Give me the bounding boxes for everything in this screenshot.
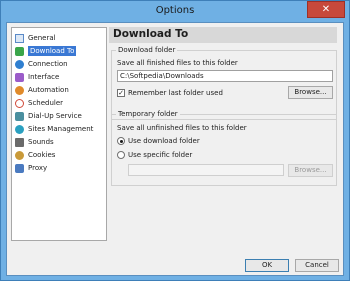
download-folder-group-label: Download folder [116,46,178,54]
general-icon [15,33,24,43]
automation-icon [15,85,24,95]
dialup-icon [15,111,24,121]
sidebar-item-automation[interactable]: Automation [15,84,103,96]
sidebar-item-general[interactable]: General [15,32,103,44]
close-icon: ✕ [321,4,331,15]
temporary-folder-browse-button[interactable]: Browse... [288,164,333,177]
checkmark-icon: ✓ [118,89,124,97]
download-folder-hint: Save all finished files to this folder [117,59,238,67]
cancel-button[interactable]: Cancel [295,259,339,272]
sidebar-item-sounds[interactable]: Sounds [15,136,103,148]
sidebar-item-download-to[interactable]: Download To [15,45,103,57]
cookies-icon [15,150,24,160]
close-button[interactable]: ✕ [307,1,345,18]
remember-last-folder-checkbox[interactable]: ✓ [117,89,125,97]
sidebar-item-label: Interface [28,73,60,81]
temporary-folder-group: Temporary folder Save all unfinished fil… [111,110,337,186]
use-download-folder-label: Use download folder [128,137,200,145]
page-title: Download To [113,28,189,40]
sidebar-item-label: Dial-Up Service [28,112,82,120]
sidebar-item-label: Scheduler [28,99,64,107]
sidebar-item-sites-management[interactable]: Sites Management [15,123,103,135]
sounds-icon [15,137,24,147]
proxy-icon [15,163,24,173]
title-bar[interactable]: Options ✕ [1,1,349,21]
sidebar-item-cookies[interactable]: Cookies [15,149,103,161]
sidebar-item-connection[interactable]: Connection [15,58,103,70]
sidebar-item-label: Cookies [28,151,56,159]
sidebar-item-scheduler[interactable]: Scheduler [15,97,103,109]
page-header: Download To [109,27,337,43]
download-to-icon [15,46,24,56]
sidebar-item-label: General [28,34,56,42]
sidebar-item-label: Sites Management [28,125,94,133]
sites-management-icon [15,124,24,134]
sidebar-item-dial-up-service[interactable]: Dial-Up Service [15,110,103,122]
category-list: General Download To Connection Interface… [11,27,107,241]
specific-folder-path-input[interactable] [128,164,284,176]
download-folder-path-input[interactable]: C:\Softpedia\Downloads [117,70,333,82]
download-folder-browse-button[interactable]: Browse... [288,86,333,99]
use-download-folder-radio[interactable] [117,137,125,145]
sidebar-item-label: Download To [28,46,77,56]
options-window: Options ✕ General Download To Connection… [0,0,350,281]
interface-icon [15,72,24,82]
temporary-folder-hint: Save all unfinished files to this folder [117,124,247,132]
remember-last-folder-label: Remember last folder used [128,89,223,97]
use-specific-folder-label: Use specific folder [128,151,193,159]
sidebar-item-proxy[interactable]: Proxy [15,162,103,174]
dialog-body: General Download To Connection Interface… [6,22,344,276]
window-title: Options [155,5,195,16]
scheduler-icon [15,98,24,108]
ok-button[interactable]: OK [245,259,289,272]
sidebar-item-label: Automation [28,86,69,94]
temporary-folder-group-label: Temporary folder [116,110,180,118]
sidebar-item-interface[interactable]: Interface [15,71,103,83]
sidebar-item-label: Connection [28,60,68,68]
sidebar-item-label: Proxy [28,164,48,172]
use-specific-folder-radio[interactable] [117,151,125,159]
connection-icon [15,59,24,69]
sidebar-item-label: Sounds [28,138,54,146]
